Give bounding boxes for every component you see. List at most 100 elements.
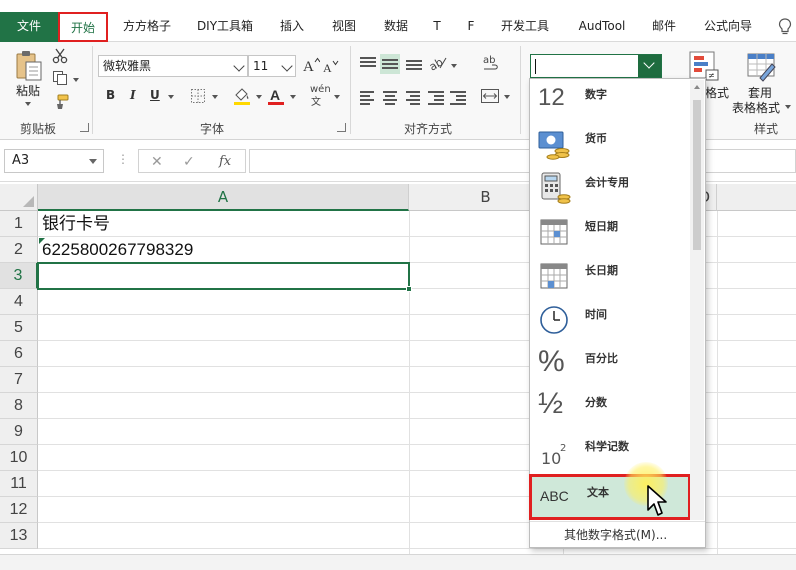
menu-item-scientific[interactable]: 10 2 科学记数 <box>530 431 690 475</box>
font-color-icon[interactable]: A <box>266 86 286 106</box>
paste-button[interactable]: 粘贴 <box>16 82 40 99</box>
row-header-5[interactable]: 5 <box>0 315 38 341</box>
merge-dropdown-arrow[interactable] <box>504 95 510 99</box>
row-header-1[interactable]: 1 <box>0 211 38 237</box>
tab-formula-wizard[interactable]: 公式向导 <box>696 12 760 42</box>
underline-button[interactable]: U <box>150 88 160 102</box>
fill-color-dropdown-arrow[interactable] <box>256 95 262 99</box>
lightbulb-icon[interactable] <box>778 18 792 36</box>
paste-dropdown-arrow[interactable] <box>25 102 31 106</box>
menu-item-time[interactable]: 时间 <box>530 299 690 343</box>
menu-item-number[interactable]: 12 数字 <box>530 79 690 123</box>
phonetic-guide-button[interactable]: wén 文 <box>308 84 332 106</box>
border-icon[interactable] <box>190 88 206 104</box>
menu-item-short-date[interactable]: 短日期 <box>530 211 690 255</box>
tab-f[interactable]: F <box>460 12 482 42</box>
insert-function-icon[interactable]: fx <box>219 154 231 169</box>
align-middle-icon[interactable] <box>380 54 400 74</box>
cut-icon[interactable] <box>52 48 68 64</box>
formula-bar-grip-icon[interactable]: ⋮ <box>117 152 129 166</box>
menu-item-fraction[interactable]: ½ 分数 <box>530 387 690 431</box>
name-box[interactable]: A3 <box>4 149 104 173</box>
row-header-6[interactable]: 6 <box>0 341 38 367</box>
number-format-combo[interactable] <box>530 54 662 78</box>
copy-icon[interactable] <box>52 70 68 86</box>
fill-handle[interactable] <box>406 286 412 292</box>
font-size-combo[interactable]: 11 <box>248 55 296 77</box>
row-header-2[interactable]: 2 <box>0 237 38 263</box>
tab-home[interactable]: 开始 <box>58 12 108 42</box>
number-format-dropdown-button[interactable] <box>638 55 661 77</box>
italic-button[interactable]: I <box>130 88 136 102</box>
row-header-11[interactable]: 11 <box>0 471 38 497</box>
menu-item-accounting[interactable]: 会计专用 <box>530 167 690 211</box>
fill-color-icon[interactable] <box>232 86 252 106</box>
align-top-icon[interactable] <box>360 56 376 70</box>
menu-scrollbar[interactable] <box>690 80 704 520</box>
column-header-a[interactable]: A <box>38 184 409 211</box>
decrease-indent-icon[interactable] <box>428 90 444 105</box>
font-size-value: 11 <box>253 59 269 73</box>
tab-fangfang[interactable]: 方方格子 <box>114 12 180 42</box>
increase-indent-icon[interactable] <box>450 90 466 105</box>
align-center-icon[interactable] <box>382 90 398 105</box>
tab-t[interactable]: T <box>426 12 448 42</box>
phonetic-dropdown-arrow[interactable] <box>334 95 340 99</box>
cell-a3-selected[interactable] <box>37 262 412 292</box>
row-header-9[interactable]: 9 <box>0 419 38 445</box>
tab-data[interactable]: 数据 <box>374 12 418 42</box>
format-as-table-icon[interactable] <box>746 50 778 82</box>
wrap-text-icon[interactable]: ab <box>482 54 500 74</box>
tab-developer[interactable]: 开发工具 <box>494 12 556 42</box>
clipboard-launcher[interactable] <box>80 123 89 132</box>
mouse-cursor-icon <box>647 485 667 516</box>
copy-dropdown-arrow[interactable] <box>73 78 79 82</box>
scroll-up-icon[interactable] <box>694 85 700 89</box>
decrease-font-icon[interactable]: A <box>322 58 340 74</box>
paste-icon[interactable] <box>14 50 44 82</box>
select-all-corner[interactable] <box>0 184 38 211</box>
format-painter-icon[interactable] <box>52 94 70 110</box>
menu-item-percentage[interactable]: % 百分比 <box>530 343 690 387</box>
font-color-dropdown-arrow[interactable] <box>290 95 296 99</box>
row-header-3[interactable]: 3 <box>0 263 38 289</box>
tab-diy-toolbox[interactable]: DIY工具箱 <box>188 12 262 42</box>
row-header-7[interactable]: 7 <box>0 367 38 393</box>
scroll-thumb[interactable] <box>693 100 701 250</box>
border-dropdown-arrow[interactable] <box>212 95 218 99</box>
row-header-10[interactable]: 10 <box>0 445 38 471</box>
cancel-icon[interactable]: ✕ <box>151 154 163 170</box>
cell-a1[interactable]: 银行卡号 <box>42 211 110 237</box>
menu-item-label: 数字 <box>585 88 607 101</box>
menu-item-currency[interactable]: 货币 <box>530 123 690 167</box>
align-right-icon[interactable] <box>404 90 420 105</box>
orientation-icon[interactable]: ab <box>428 54 448 72</box>
more-number-formats-link[interactable]: 其他数字格式(M)... <box>530 521 705 547</box>
alignment-group-label: 对齐方式 <box>404 122 453 136</box>
column-header-next[interactable] <box>717 184 796 211</box>
row-header-13[interactable]: 13 <box>0 523 38 549</box>
font-name-combo[interactable]: 微软雅黑 <box>98 55 248 77</box>
orientation-dropdown-arrow[interactable] <box>451 64 457 68</box>
cell-a2[interactable]: 6225800267798329 <box>42 237 193 263</box>
formula-input[interactable] <box>249 149 796 173</box>
confirm-icon[interactable]: ✓ <box>183 154 195 170</box>
align-bottom-icon[interactable] <box>406 56 422 70</box>
name-box-value: A3 <box>12 153 30 168</box>
bold-button[interactable]: B <box>106 88 115 102</box>
align-left-icon[interactable] <box>360 90 376 105</box>
row-header-4[interactable]: 4 <box>0 289 38 315</box>
tab-audtool[interactable]: AudTool <box>572 12 632 42</box>
increase-font-icon[interactable]: A <box>302 56 320 74</box>
menu-item-long-date[interactable]: 长日期 <box>530 255 690 299</box>
font-launcher[interactable] <box>337 123 346 132</box>
tab-file[interactable]: 文件 <box>0 12 58 42</box>
tab-insert[interactable]: 插入 <box>270 12 314 42</box>
tab-mail[interactable]: 邮件 <box>642 12 686 42</box>
merge-center-icon[interactable] <box>480 88 500 104</box>
underline-dropdown-arrow[interactable] <box>168 95 174 99</box>
row-header-8[interactable]: 8 <box>0 393 38 419</box>
format-as-table-dropdown-arrow[interactable] <box>785 105 791 109</box>
row-header-12[interactable]: 12 <box>0 497 38 523</box>
tab-view[interactable]: 视图 <box>322 12 366 42</box>
